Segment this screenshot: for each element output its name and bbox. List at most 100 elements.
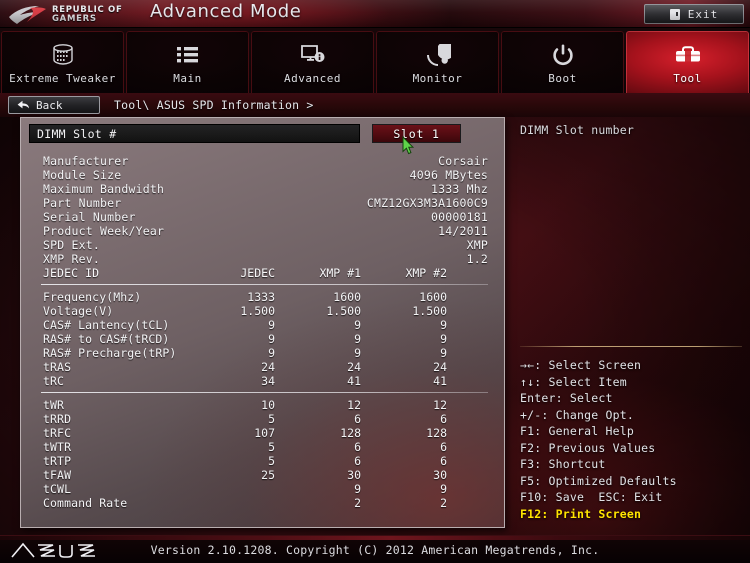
- row-label: tRFC: [43, 426, 72, 440]
- cell-jedec: 24: [261, 360, 275, 374]
- row-value: 1333 Mhz: [431, 182, 488, 196]
- monitor-info-icon: [300, 42, 326, 68]
- cell-xmp1: 12: [347, 398, 361, 412]
- cell-xmp1: 41: [347, 374, 361, 388]
- page-title: Advanced Mode: [150, 1, 302, 22]
- table-row: tFAW 25 30 30: [29, 468, 496, 482]
- row-label: tRAS: [43, 360, 72, 374]
- cell-jedec: 107: [254, 426, 275, 440]
- exit-button[interactable]: Exit: [644, 4, 744, 24]
- cell-xmp2: 9: [440, 318, 447, 332]
- cell-jedec: 1.500: [240, 304, 275, 318]
- row-label: RAS# to CAS#(tRCD): [43, 332, 170, 346]
- cell-jedec: 10: [261, 398, 275, 412]
- row-value: 00000181: [431, 210, 488, 224]
- dimm-slot-value: Slot 1: [393, 126, 440, 141]
- dimm-slot-row: DIMM Slot # Slot 1: [29, 124, 496, 143]
- table-row: tRC 34 41 41: [29, 374, 496, 388]
- cell-jedec: 25: [261, 468, 275, 482]
- row-key: Manufacturer: [43, 154, 129, 168]
- cell-xmp1: 2: [354, 496, 361, 510]
- cell-jedec: [189, 496, 275, 510]
- cell-jedec: 5: [268, 440, 275, 454]
- footer-bar: Version 2.10.1208. Copyright (C) 2012 Am…: [0, 535, 750, 563]
- key-hint: F10: Save ESC: Exit: [520, 490, 663, 504]
- row-key: Product Week/Year: [43, 224, 165, 238]
- cell-xmp1: 6: [354, 412, 361, 426]
- exit-button-label: Exit: [687, 7, 719, 21]
- cell-xmp1: 9: [354, 482, 361, 496]
- timing-group-secondary: tWR 10 12 12 tRRD 5 6 6 tRFC 107 128 128: [29, 398, 496, 510]
- tab-main[interactable]: Main: [126, 31, 249, 96]
- back-arrow-icon: [17, 100, 29, 108]
- row-key: Module Size: [43, 168, 122, 182]
- row-label: tWR: [43, 398, 65, 412]
- module-info-list: Manufacturer Corsair Module Size 4096 MB…: [29, 154, 496, 266]
- table-row: tRFC 107 128 128: [29, 426, 496, 440]
- tab-extreme-tweaker[interactable]: Extreme Tweaker: [1, 31, 124, 96]
- tab-tool[interactable]: Tool: [626, 31, 749, 96]
- dimm-slot-label: DIMM Slot #: [37, 126, 117, 141]
- key-hint: Enter: Select: [520, 391, 613, 405]
- tab-advanced[interactable]: Advanced: [251, 31, 374, 96]
- tab-label: Advanced: [284, 72, 341, 85]
- key-hint: F3: Shortcut: [520, 457, 606, 471]
- list-item: Module Size 4096 MBytes: [29, 168, 496, 182]
- table-row: RAS# to CAS#(tRCD) 9 9 9: [29, 332, 496, 346]
- tab-monitor[interactable]: Monitor: [376, 31, 499, 96]
- cell-xmp2: 30: [433, 468, 447, 482]
- table-row: tCWL 9 9: [29, 482, 496, 496]
- table-row: tWR 10 12 12: [29, 398, 496, 412]
- row-key: SPD Ext.: [43, 238, 100, 252]
- cell-xmp2: 9: [440, 482, 447, 496]
- back-button[interactable]: Back: [8, 96, 100, 114]
- cell-xmp2: 1.500: [412, 304, 447, 318]
- rog-eye-icon: [9, 5, 46, 24]
- cell-xmp1: 128: [340, 426, 361, 440]
- table-row: RAS# Precharge(tRP) 9 9 9: [29, 346, 496, 360]
- row-value: 1.2: [466, 252, 488, 266]
- cell-xmp2: 12: [433, 398, 447, 412]
- key-legend: →←: Select Screen ↑↓: Select Item Enter:…: [520, 357, 746, 522]
- table-row: tRRD 5 6 6: [29, 412, 496, 426]
- dimm-slot-select[interactable]: Slot 1: [372, 124, 461, 143]
- cell-xmp2: 1600: [419, 290, 447, 304]
- rog-logo: REPUBLIC OF GAMERS: [6, 2, 134, 27]
- cell-xmp1: 1600: [333, 290, 361, 304]
- cell-xmp2: 6: [440, 412, 447, 426]
- column-header-jedec-id: JEDEC ID: [43, 266, 100, 280]
- table-row: tRAS 24 24 24: [29, 360, 496, 374]
- toolbox-icon: [674, 42, 702, 68]
- cell-xmp1: 1.500: [326, 304, 361, 318]
- cell-xmp2: 6: [440, 454, 447, 468]
- row-label: Command Rate: [43, 496, 128, 510]
- cell-xmp1: 9: [354, 332, 361, 346]
- list-icon: [176, 42, 200, 68]
- cell-xmp2: 9: [440, 346, 447, 360]
- row-label: tCWL: [43, 482, 72, 496]
- row-value: CMZ12GX3M3A1600C9: [366, 196, 488, 210]
- cell-xmp1: 9: [354, 318, 361, 332]
- row-label: tWTR: [43, 440, 72, 454]
- tab-strip: Extreme Tweaker Main Advanced Monitor Bo…: [0, 28, 750, 96]
- cell-jedec: 9: [268, 318, 275, 332]
- timing-table-header: JEDEC ID JEDEC XMP #1 XMP #2: [29, 266, 496, 280]
- row-value: 14/2011: [438, 224, 488, 238]
- cell-xmp1: 30: [347, 468, 361, 482]
- row-label: tFAW: [43, 468, 72, 482]
- column-header-jedec: JEDEC: [240, 266, 275, 280]
- cell-xmp2: 24: [433, 360, 447, 374]
- row-key: Serial Number: [43, 210, 136, 224]
- tab-label: Extreme Tweaker: [9, 72, 116, 85]
- key-hint: F5: Optimized Defaults: [520, 473, 677, 488]
- cell-xmp2: 2: [440, 496, 447, 510]
- power-icon: [552, 42, 574, 68]
- cell-xmp2: 128: [426, 426, 447, 440]
- column-header-xmp1: XMP #1: [319, 266, 361, 280]
- tab-boot[interactable]: Boot: [501, 31, 624, 96]
- cell-jedec: 9: [268, 346, 275, 360]
- navigation-bar: Back Tool\ ASUS SPD Information >: [0, 93, 750, 117]
- row-label: RAS# Precharge(tRP): [43, 346, 177, 360]
- row-label: Voltage(V): [43, 304, 114, 318]
- bios-screen: REPUBLIC OF GAMERS Advanced Mode Exit Ex…: [0, 0, 750, 563]
